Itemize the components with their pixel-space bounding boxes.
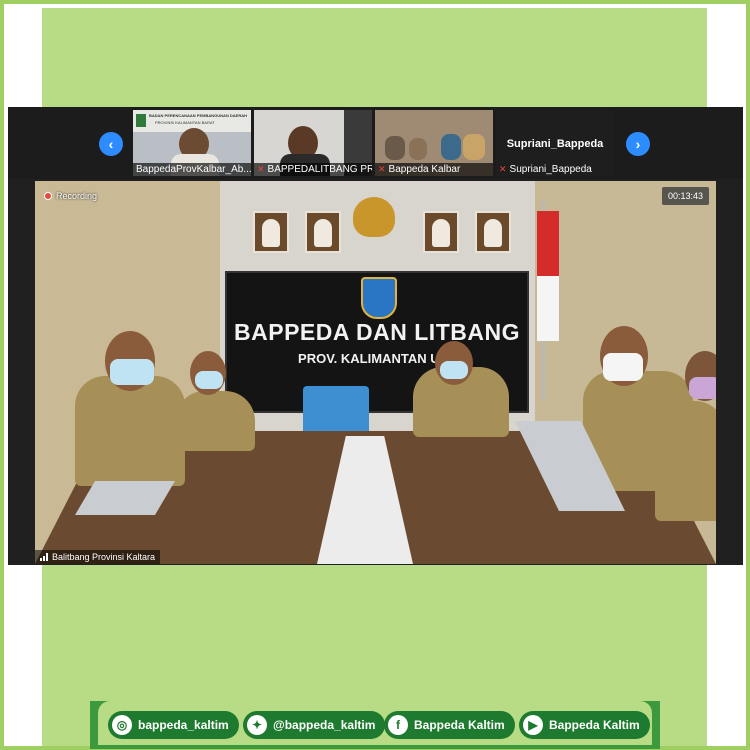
social-label: @bappeda_kaltim [273, 718, 376, 732]
signal-strength-icon [40, 553, 48, 561]
participant-name: ✕ BAPPEDALITBANG PR... [254, 163, 372, 176]
face-mask [689, 377, 716, 399]
social-label: bappeda_kaltim [138, 718, 229, 732]
participant-name: ✕ Bappeda Kalbar [375, 163, 493, 176]
mic-muted-icon: ✕ [378, 164, 386, 174]
banner-title: BAPPEDA DAN LITBANG [234, 319, 520, 345]
mic-muted-icon: ✕ [499, 164, 507, 174]
mic-muted-icon: ✕ [257, 164, 265, 174]
recording-indicator: Recording [44, 191, 97, 201]
garuda-emblem [353, 197, 395, 237]
chevron-left-icon: ‹ [108, 136, 114, 152]
speaker-name-tag: Balitbang Provinsi Kaltara [35, 550, 161, 564]
previous-participants-button[interactable]: ‹ [99, 132, 123, 156]
active-speaker-video[interactable]: BAPPEDA DAN LITBANG PROV. KALIMANTAN UTA… [35, 181, 716, 564]
participant-thumbnail[interactable]: BADAN PERENCANAAN PEMBANGUNAN DAERAH PRO… [133, 110, 251, 176]
thumbnail-banner-text: BADAN PERENCANAAN PEMBANGUNAN DAERAH [149, 113, 248, 118]
recording-dot-icon [44, 192, 52, 200]
speaker-name: Balitbang Provinsi Kaltara [52, 552, 156, 562]
portrait-frame [305, 211, 341, 253]
facebook-icon: f [388, 715, 408, 735]
thumbnail-banner-subtext: PROVINSI KALIMANTAN BARAT [155, 120, 215, 125]
social-instagram[interactable]: ◎ bappeda_kaltim [108, 711, 239, 739]
participant-strip: ‹ BADAN PERENCANAAN PEMBANGUNAN DAERAH P… [8, 107, 743, 179]
twitter-icon: ✦ [247, 715, 267, 735]
indonesian-flag [537, 211, 559, 341]
next-participants-button[interactable]: › [626, 132, 650, 156]
participant-thumbnail[interactable]: Supriani_Bappeda ✕ Supriani_Bappeda [496, 110, 614, 176]
person [175, 391, 255, 451]
person [75, 376, 185, 486]
chair [303, 386, 369, 436]
logo-icon [136, 114, 146, 127]
participant-name: BappedaProvKalbar_Ab... [133, 163, 251, 176]
social-twitter[interactable]: ✦ @bappeda_kaltim [243, 711, 386, 739]
meeting-timer: 00:13:43 [661, 187, 709, 205]
youtube-icon: ▶ [523, 715, 543, 735]
social-label: Bappeda Kaltim [414, 718, 505, 732]
person [655, 401, 716, 521]
face-mask [440, 361, 468, 379]
face-mask [110, 359, 154, 385]
social-label: Bappeda Kaltim [549, 718, 640, 732]
face-mask [603, 353, 643, 381]
participant-name: ✕ Supriani_Bappeda [499, 164, 592, 175]
participant-figure [463, 134, 485, 160]
portrait-frame [475, 211, 511, 253]
participant-figure [441, 134, 461, 160]
province-emblem-icon [361, 277, 397, 319]
face-mask [195, 371, 223, 389]
participant-thumbnail[interactable]: ✕ Bappeda Kalbar [375, 110, 493, 176]
banner-subtitle: PROV. KALIMANTAN UTA [298, 351, 456, 366]
participant-thumbnail[interactable]: ✕ BAPPEDALITBANG PR... [254, 110, 372, 176]
portrait-frame [253, 211, 289, 253]
video-call-window: ‹ BADAN PERENCANAAN PEMBANGUNAN DAERAH P… [8, 107, 743, 565]
portrait-frame [423, 211, 459, 253]
social-facebook[interactable]: f Bappeda Kaltim [384, 711, 515, 739]
participant-figure [385, 136, 405, 160]
chevron-right-icon: › [635, 136, 641, 152]
instagram-icon: ◎ [112, 715, 132, 735]
social-youtube[interactable]: ▶ Bappeda Kaltim [519, 711, 650, 739]
participant-name-center: Supriani_Bappeda [506, 138, 604, 150]
participant-figure [409, 138, 427, 160]
recording-label: Recording [56, 191, 98, 201]
